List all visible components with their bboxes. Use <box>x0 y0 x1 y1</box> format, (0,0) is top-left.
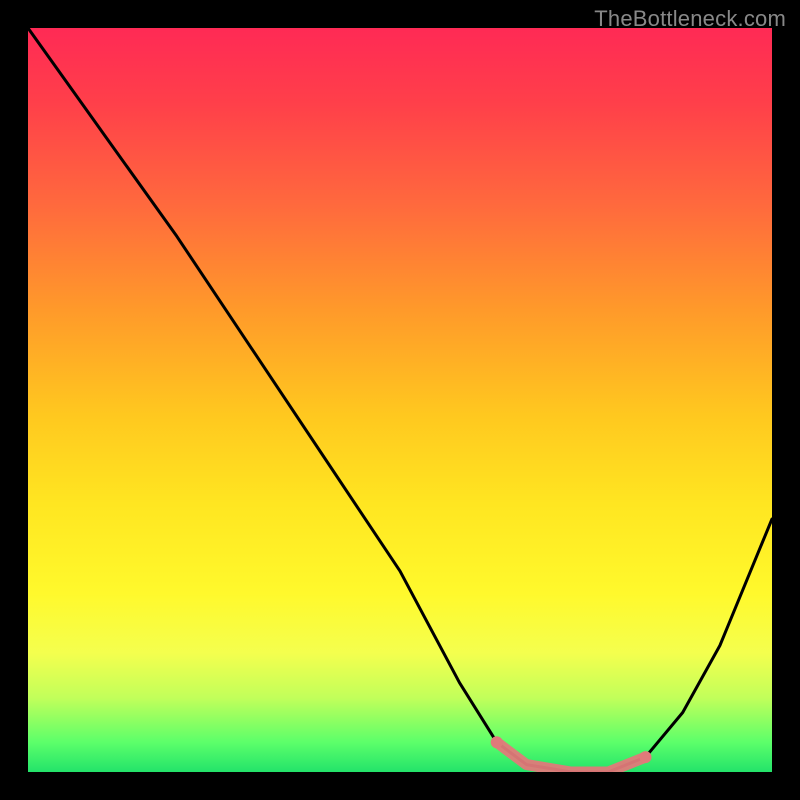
chart-series-group <box>28 28 772 772</box>
highlight-endpoint <box>640 751 652 763</box>
bottleneck-curve-line <box>28 28 772 772</box>
highlight-endpoint <box>491 736 503 748</box>
bottleneck-chart <box>28 28 772 772</box>
highlight-optimal-band <box>497 742 646 772</box>
watermark-text: TheBottleneck.com <box>594 6 786 32</box>
